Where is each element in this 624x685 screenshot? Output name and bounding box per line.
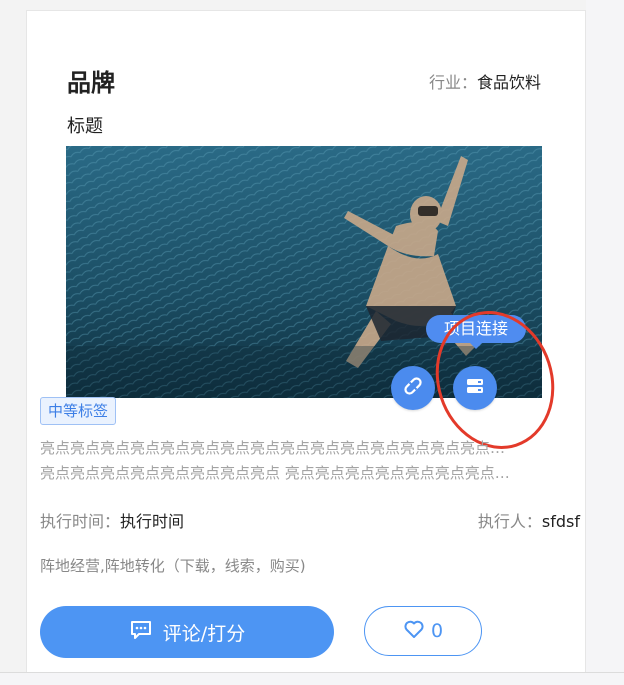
brand-title: 品牌 (67, 69, 115, 97)
highlight-description: 亮点亮点亮点亮点亮点亮点亮点亮点亮点亮点亮点亮点亮点亮点亮点亮点亮点亮点亮点亮点… (40, 436, 516, 486)
description-line: 亮点亮点亮点亮点亮点亮点亮点亮点亮点亮点亮点亮点亮点亮点亮点亮点亮点亮点亮点亮点 (40, 439, 516, 457)
exec-time-value: 执行时间 (120, 512, 185, 531)
heart-icon (403, 619, 425, 644)
executor: 执行人：sfdsf (478, 508, 580, 532)
executor-value: sfdsf (541, 512, 580, 531)
bottom-divider (0, 672, 624, 685)
description-line: 亮点亮点亮点亮点亮点亮点亮点亮点 亮点亮点亮点亮点亮点亮点亮点亮点亮点亮点亮点 (40, 464, 516, 482)
executor-label: 执行人： (477, 512, 542, 531)
tag-badge: 中等标签 (40, 397, 117, 425)
link-icon (402, 375, 424, 401)
comment-icon (129, 619, 153, 646)
scroll-gutter (586, 0, 624, 684)
industry-label: 行业： (428, 73, 477, 92)
exec-time-label: 执行时间： (40, 512, 121, 531)
comment-rate-button[interactable]: 评论/打分 (40, 606, 334, 658)
share-link-button[interactable] (391, 366, 435, 410)
industry-value: 食品饮料 (476, 73, 541, 92)
like-button[interactable]: 0 (364, 606, 482, 656)
activity-types: 阵地经营,阵地转化（下载，线索，购买) (40, 557, 306, 575)
comment-button-label: 评论/打分 (162, 622, 246, 645)
exec-time: 执行时间：执行时间 (40, 508, 184, 532)
industry-info: 行业：食品饮料 (429, 69, 541, 93)
like-count: 0 (430, 620, 444, 642)
card-subtitle: 标题 (67, 116, 103, 137)
